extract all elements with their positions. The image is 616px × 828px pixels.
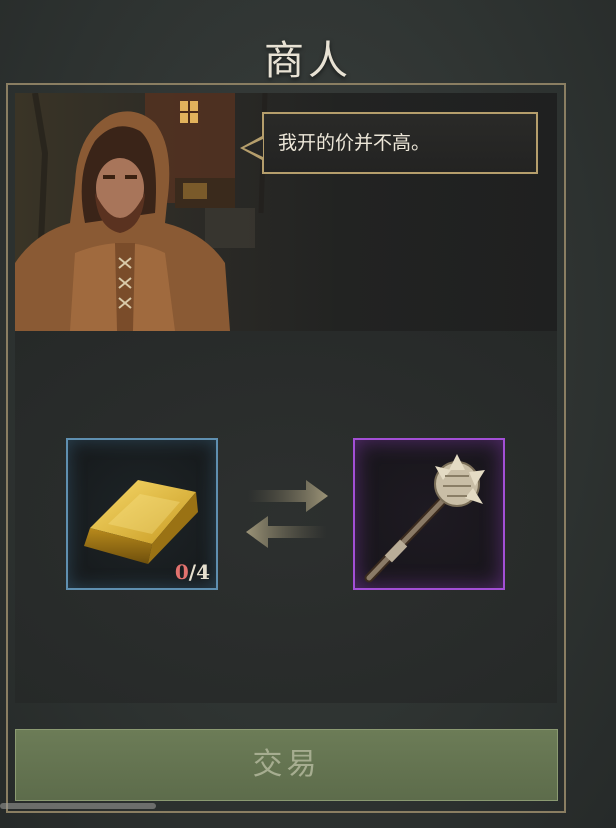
- page-title: 商人: [264, 38, 352, 84]
- item-count-need: /4: [188, 560, 210, 584]
- merchant-dialogue: 我开的价并不高。: [278, 132, 431, 154]
- mace-icon: [364, 454, 485, 583]
- exchange-arrows-icon: [246, 480, 328, 548]
- item-count: 0/4: [175, 560, 210, 584]
- horizontal-scrollbar[interactable]: [0, 803, 156, 809]
- speech-bubble: 我开的价并不高。: [262, 112, 538, 174]
- trade-button[interactable]: 交易: [15, 729, 558, 801]
- item-count-have: 0: [174, 560, 189, 584]
- receive-item-slot[interactable]: [353, 438, 505, 590]
- speech-bubble-tail-inner: [244, 139, 263, 157]
- give-item-slot[interactable]: 0/4: [66, 438, 218, 590]
